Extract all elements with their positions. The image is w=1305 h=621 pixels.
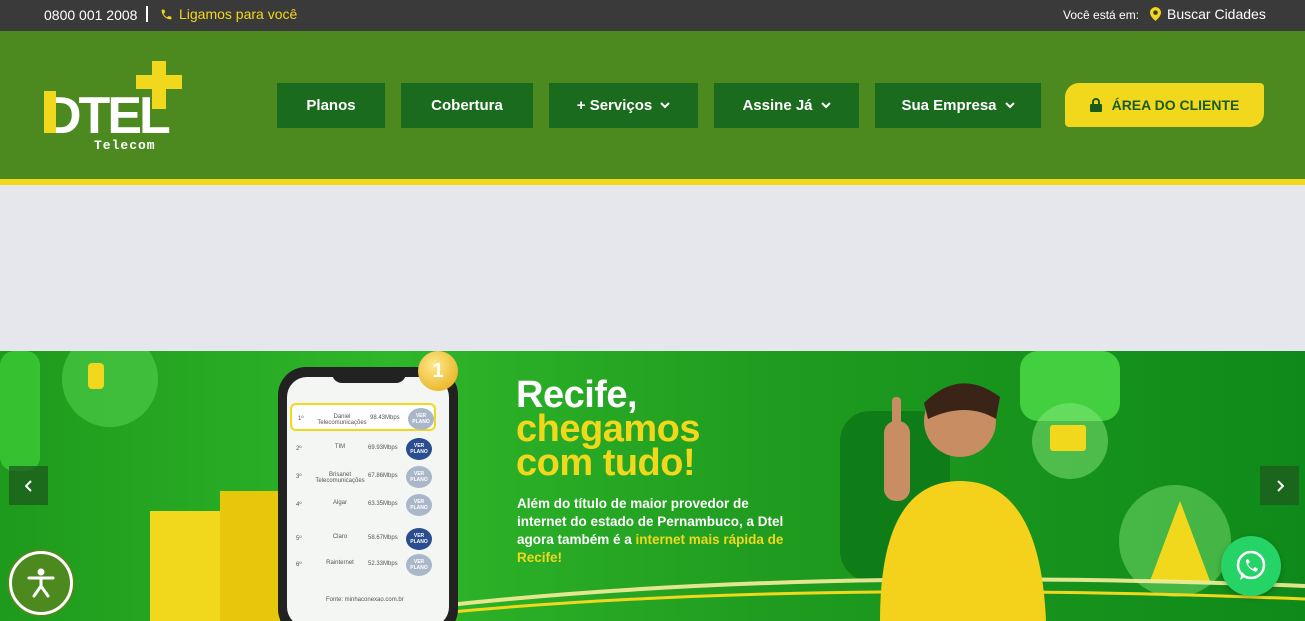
- chevron-left-icon: [24, 479, 32, 492]
- banner-subtext: Além do título de maior provedor de inte…: [517, 495, 787, 567]
- nav-label: Assine Já: [742, 97, 813, 114]
- ver-plano-badge: VER PLANO: [408, 408, 434, 430]
- decor-shape: [0, 351, 40, 471]
- slider-prev-button[interactable]: [9, 466, 48, 505]
- dtel-logo[interactable]: DTEL Telecom: [44, 61, 196, 153]
- main-header: DTEL Telecom Planos Cobertura + Serviços…: [0, 31, 1305, 179]
- rank-provider: Algar: [332, 500, 347, 506]
- logo-main-text: DTEL: [44, 87, 170, 145]
- lock-icon: [1089, 98, 1102, 112]
- chevron-right-icon: [1276, 479, 1284, 492]
- person-finger: [892, 397, 901, 431]
- chevron-down-icon: [820, 102, 831, 109]
- nav-cobertura[interactable]: Cobertura: [401, 83, 533, 128]
- rank-position: 4º: [296, 502, 302, 508]
- hero-banner[interactable]: 1 1º Daniel Telecomunicações 98.43Mbps V…: [0, 351, 1305, 621]
- person-arm: [884, 421, 910, 501]
- decor-plus-edge: [220, 491, 280, 621]
- ranking-row: 5º Claro 58.67Mbps VER PLANO: [290, 525, 436, 553]
- laptop-icon: [1050, 425, 1086, 451]
- phone-notch: [332, 369, 406, 383]
- chevron-down-icon: [1004, 102, 1015, 109]
- first-place-medal: 1: [418, 351, 458, 391]
- chevron-down-icon: [660, 102, 670, 109]
- callback-label: Ligamos para você: [179, 6, 298, 22]
- callback-link[interactable]: Ligamos para você: [160, 6, 297, 22]
- headline-line-3: com tudo!: [516, 442, 696, 484]
- rank-speed: 69.93Mbps: [368, 445, 398, 451]
- banner-headline: Recife, chegamos com tudo!: [516, 374, 700, 484]
- rank-provider: Brisanet Telecomunicações: [315, 472, 365, 484]
- rank-provider: Daniel Telecomunicações: [317, 414, 367, 426]
- phone-number[interactable]: 0800 001 2008: [44, 7, 137, 23]
- ver-plano-badge: VER PLANO: [406, 494, 432, 516]
- location-label: Você está em:: [1063, 8, 1140, 22]
- empty-content-band: [0, 185, 1305, 351]
- whatsapp-button[interactable]: [1221, 536, 1281, 596]
- rank-speed: 63.35Mbps: [368, 501, 398, 507]
- whatsapp-icon: [1236, 550, 1266, 580]
- nav-label: Cobertura: [431, 97, 503, 114]
- area-do-cliente-button[interactable]: ÁREA DO CLIENTE: [1065, 83, 1264, 127]
- rank-provider: Rainternet: [326, 560, 354, 566]
- rank-position: 3º: [296, 474, 302, 480]
- phone-icon: [161, 9, 172, 19]
- ver-plano-badge: VER PLANO: [406, 554, 432, 576]
- nav-label: Planos: [306, 97, 356, 114]
- rank-speed: 98.43Mbps: [370, 415, 400, 421]
- nav-planos[interactable]: Planos: [277, 83, 385, 128]
- rank-position: 6º: [296, 562, 302, 568]
- nav-servicos[interactable]: + Serviços: [549, 83, 698, 128]
- logo-sub-text: Telecom: [94, 138, 156, 153]
- ranking-row: 3º Brisanet Telecomunicações 67.86Mbps V…: [290, 463, 436, 491]
- rank-speed: 58.67Mbps: [368, 535, 398, 541]
- nav-label: + Serviços: [576, 97, 653, 114]
- ver-plano-badge: VER PLANO: [406, 438, 432, 460]
- ranking-row: 2º TIM 69.93Mbps VER PLANO: [290, 435, 436, 463]
- rank-position: 5º: [296, 536, 302, 542]
- nav-label: Sua Empresa: [901, 97, 997, 114]
- buscar-cidades-label: Buscar Cidades: [1167, 6, 1266, 22]
- wifi-icon: [88, 363, 104, 389]
- nav-sua-empresa[interactable]: Sua Empresa: [875, 83, 1041, 128]
- top-bar: 0800 001 2008 Ligamos para você Você est…: [0, 0, 1305, 31]
- logo-d-accent: [44, 91, 56, 133]
- ver-plano-badge: VER PLANO: [406, 466, 432, 488]
- accessibility-button[interactable]: [9, 551, 73, 615]
- ranking-row: 1º Daniel Telecomunicações 98.43Mbps VER…: [290, 403, 436, 431]
- rank-provider: TIM: [334, 444, 346, 450]
- rank-speed: 67.86Mbps: [368, 473, 398, 479]
- rank-speed: 52.33Mbps: [368, 561, 398, 567]
- nav-assine-ja[interactable]: Assine Já: [714, 83, 859, 128]
- headline-line-1: Recife,: [516, 374, 638, 416]
- buscar-cidades-link[interactable]: Buscar Cidades: [1150, 6, 1266, 22]
- rank-position: 1º: [298, 416, 304, 422]
- rank-provider: Claro: [332, 534, 348, 540]
- area-do-cliente-label: ÁREA DO CLIENTE: [1111, 97, 1240, 113]
- accessibility-icon: [27, 568, 55, 598]
- map-pin-icon: [1150, 7, 1161, 21]
- ver-plano-badge: VER PLANO: [406, 528, 432, 550]
- headline-line-2: chegamos: [516, 408, 700, 450]
- ranking-row: 4º Algar 63.35Mbps VER PLANO: [290, 491, 436, 519]
- slider-next-button[interactable]: [1260, 466, 1299, 505]
- decor-bubble: [62, 351, 158, 427]
- ranking-row: 6º Rainternet 52.33Mbps VER PLANO: [290, 551, 436, 579]
- rank-position: 2º: [296, 446, 302, 452]
- ranking-source: Fonte: minhaconexao.com.br: [326, 597, 404, 603]
- divider: [146, 6, 148, 22]
